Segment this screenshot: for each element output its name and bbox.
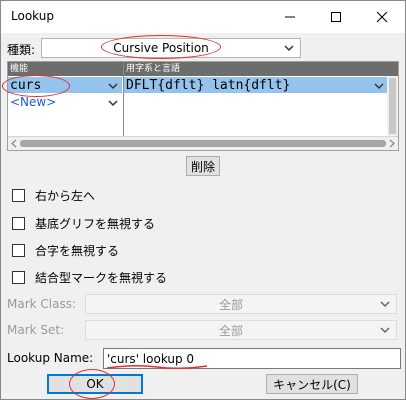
cancel-button-label: キャンセル(C) xyxy=(273,377,351,392)
annotation-circle-type xyxy=(101,35,221,59)
annotation-circle-ok xyxy=(69,369,115,399)
chevron-down-icon xyxy=(380,327,390,334)
mark-set-select[interactable]: 全部 xyxy=(85,320,397,340)
mark-class-select[interactable]: 全部 xyxy=(85,294,397,314)
checkbox-ignore-ligatures[interactable] xyxy=(12,244,25,257)
close-button[interactable] xyxy=(359,1,405,33)
feature-list[interactable]: 機能 用字系と言語 curs DFLT{dflt} latn{dflt} <Ne… xyxy=(7,61,399,151)
window-title: Lookup xyxy=(11,9,54,23)
mark-set-value: 全部 xyxy=(218,323,243,338)
chevron-down-icon[interactable] xyxy=(108,82,118,90)
column-header-feature: 機能 xyxy=(8,62,123,76)
column-divider xyxy=(123,62,124,138)
checkbox-label-right-to-left: 右から左へ xyxy=(35,189,96,203)
lookup-name-label: Lookup Name: xyxy=(7,351,94,365)
minimize-icon xyxy=(285,16,295,18)
new-feature-item[interactable]: <New> xyxy=(10,95,56,109)
mark-class-label: Mark Class: xyxy=(7,297,77,311)
column-header-scripts: 用字系と言語 xyxy=(124,62,398,76)
title-bar: Lookup xyxy=(1,1,405,33)
checkbox-label-ignore-ligatures: 合字を無視する xyxy=(35,244,120,258)
type-label: 種類: xyxy=(7,43,36,57)
maximize-button[interactable] xyxy=(313,1,359,33)
annotation-underline xyxy=(106,364,208,370)
cancel-button[interactable]: キャンセル(C) xyxy=(266,374,358,394)
close-icon xyxy=(376,11,388,23)
minimize-button[interactable] xyxy=(267,1,313,33)
chevron-down-icon[interactable] xyxy=(374,82,384,90)
script-lang-value: DFLT{dflt} latn{dflt} xyxy=(126,78,291,93)
lookup-dialog: Lookup 種類: Cursive Position 機能 用字系と言語 cu… xyxy=(0,0,406,400)
horizontal-scrollbar[interactable] xyxy=(8,136,398,150)
maximize-icon xyxy=(331,12,341,22)
vertical-scroll-thumb[interactable] xyxy=(389,78,396,134)
annotation-circle-feature xyxy=(2,75,70,97)
chevron-down-icon[interactable] xyxy=(108,99,118,107)
scroll-left-icon[interactable] xyxy=(10,139,18,148)
vertical-scrollbar[interactable] xyxy=(387,76,398,138)
delete-button[interactable]: 削除 xyxy=(186,156,220,176)
checkbox-ignore-combining-marks[interactable] xyxy=(12,271,25,284)
mark-class-value: 全部 xyxy=(218,297,243,312)
chevron-down-icon xyxy=(284,45,294,52)
mark-set-label: Mark Set: xyxy=(7,323,65,337)
checkbox-label-ignore-combining-marks: 結合型マークを無視する xyxy=(35,271,168,285)
delete-button-label: 削除 xyxy=(190,159,215,174)
chevron-down-icon xyxy=(380,301,390,308)
checkbox-label-ignore-base-glyphs: 基底グリフを無視する xyxy=(35,217,156,231)
checkbox-right-to-left[interactable] xyxy=(12,189,25,202)
scroll-right-icon[interactable] xyxy=(388,139,396,148)
checkbox-ignore-base-glyphs[interactable] xyxy=(12,217,25,230)
horizontal-scroll-thumb[interactable] xyxy=(20,140,386,147)
